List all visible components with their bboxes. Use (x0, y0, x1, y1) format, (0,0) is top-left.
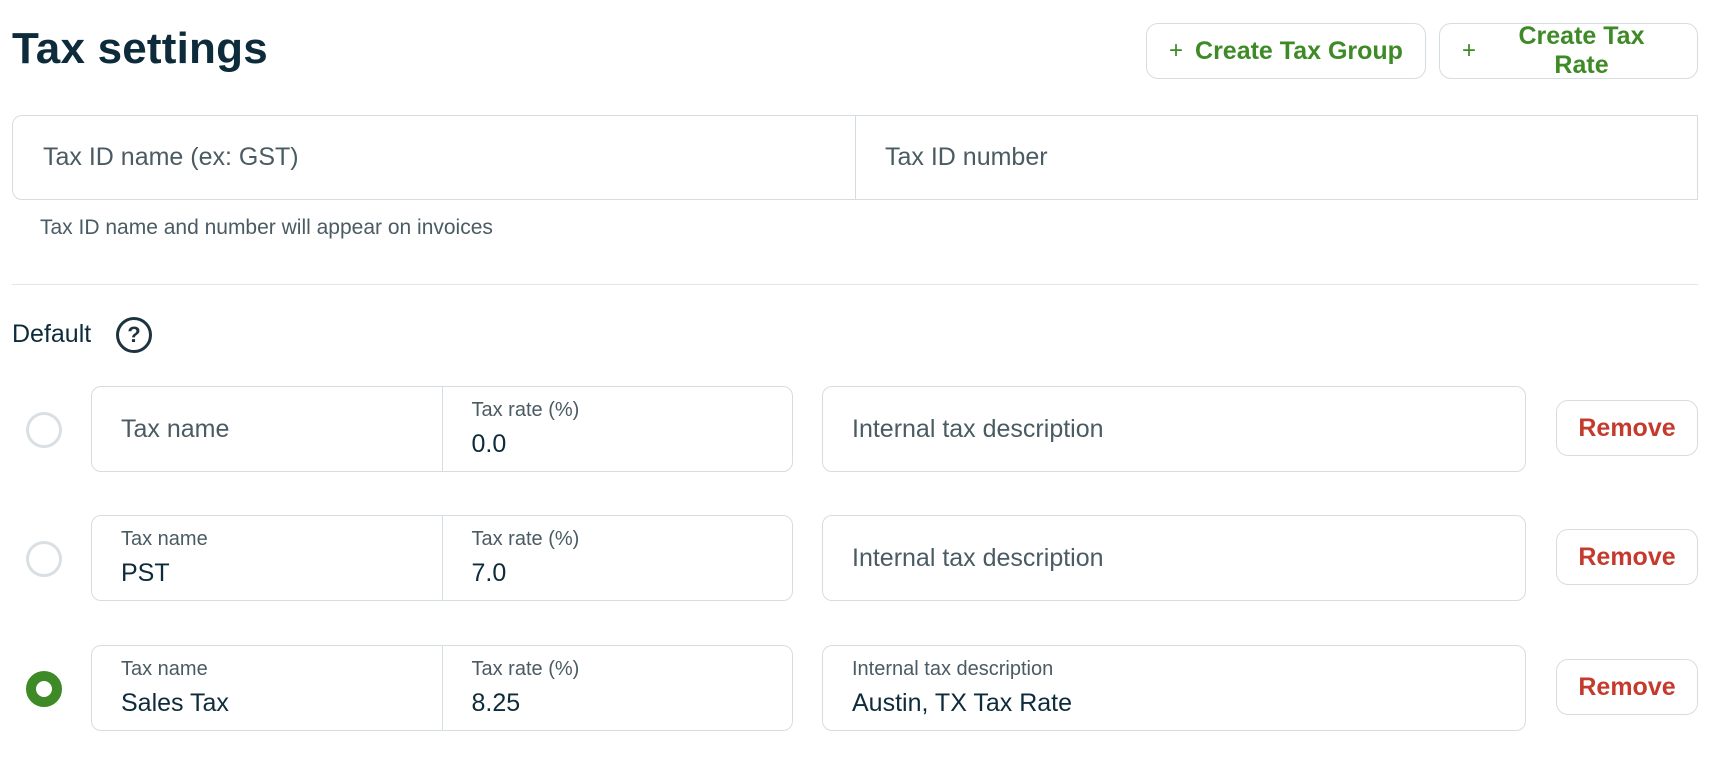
plus-icon: + (1169, 37, 1184, 64)
tax-rate-row: Tax name Sales Tax Tax rate (%) 8.25 Int… (0, 645, 1712, 733)
tax-name-placeholder: Tax name (121, 415, 230, 443)
tax-name-input[interactable]: Tax name Sales Tax (92, 646, 442, 730)
plus-icon: + (1462, 37, 1477, 64)
create-tax-group-label: Create Tax Group (1195, 36, 1403, 65)
remove-button[interactable]: Remove (1556, 400, 1698, 456)
tax-rate-input[interactable]: Tax rate (%) 0.0 (441, 387, 793, 471)
tax-rate-input[interactable]: Tax rate (%) 8.25 (441, 646, 793, 730)
default-radio-selected[interactable] (26, 671, 62, 707)
tax-rate-label: Tax rate (%) (471, 658, 580, 680)
tax-description-input[interactable]: Internal tax description Austin, TX Tax … (822, 645, 1526, 731)
tax-name-label: Tax name (121, 658, 208, 680)
tax-description-value: Austin, TX Tax Rate (852, 689, 1073, 717)
tax-id-fields: Tax ID name (ex: GST) Tax ID number (12, 115, 1698, 200)
create-tax-group-button[interactable]: + Create Tax Group (1146, 23, 1426, 79)
tax-rate-input[interactable]: Tax rate (%) 7.0 (441, 516, 793, 600)
tax-rate-row: Tax name PST Tax rate (%) 7.0 Internal t… (0, 515, 1712, 603)
tax-rate-label: Tax rate (%) (471, 399, 580, 421)
tax-name-rate-group: Tax name PST Tax rate (%) 7.0 (91, 515, 793, 601)
tax-name-rate-group: Tax name Sales Tax Tax rate (%) 8.25 (91, 645, 793, 731)
section-divider (12, 284, 1698, 285)
default-radio[interactable] (26, 541, 62, 577)
page-title: Tax settings (12, 24, 268, 73)
default-label: Default (12, 320, 92, 348)
tax-rate-value: 0.0 (471, 430, 507, 458)
tax-description-input[interactable]: Internal tax description (822, 515, 1526, 601)
tax-name-input[interactable]: Tax name PST (92, 516, 442, 600)
create-tax-rate-label: Create Tax Rate (1518, 22, 1645, 79)
tax-rate-value: 7.0 (471, 559, 507, 587)
tax-id-hint: Tax ID name and number will appear on in… (40, 216, 493, 239)
tax-description-placeholder: Internal tax description (852, 415, 1104, 443)
remove-button[interactable]: Remove (1556, 529, 1698, 585)
tax-description-label: Internal tax description (852, 658, 1054, 680)
tax-id-number-input[interactable]: Tax ID number (855, 116, 1697, 199)
tax-description-placeholder: Internal tax description (852, 544, 1104, 572)
tax-name-rate-group: Tax name Tax rate (%) 0.0 (91, 386, 793, 472)
tax-id-name-input[interactable]: Tax ID name (ex: GST) (13, 116, 855, 199)
tax-rate-row: Tax name Tax rate (%) 0.0 Internal tax d… (0, 386, 1712, 474)
remove-button[interactable]: Remove (1556, 659, 1698, 715)
tax-name-input[interactable]: Tax name (92, 387, 442, 471)
tax-name-value: PST (121, 559, 170, 587)
tax-name-value: Sales Tax (121, 689, 229, 717)
create-tax-rate-button[interactable]: + Create Tax Rate (1439, 22, 1698, 79)
tax-rate-label: Tax rate (%) (471, 528, 580, 550)
help-icon[interactable]: ? (116, 317, 152, 353)
default-radio[interactable] (26, 412, 62, 448)
tax-name-label: Tax name (121, 528, 208, 550)
tax-description-input[interactable]: Internal tax description (822, 386, 1526, 472)
tax-rate-value: 8.25 (471, 689, 521, 717)
